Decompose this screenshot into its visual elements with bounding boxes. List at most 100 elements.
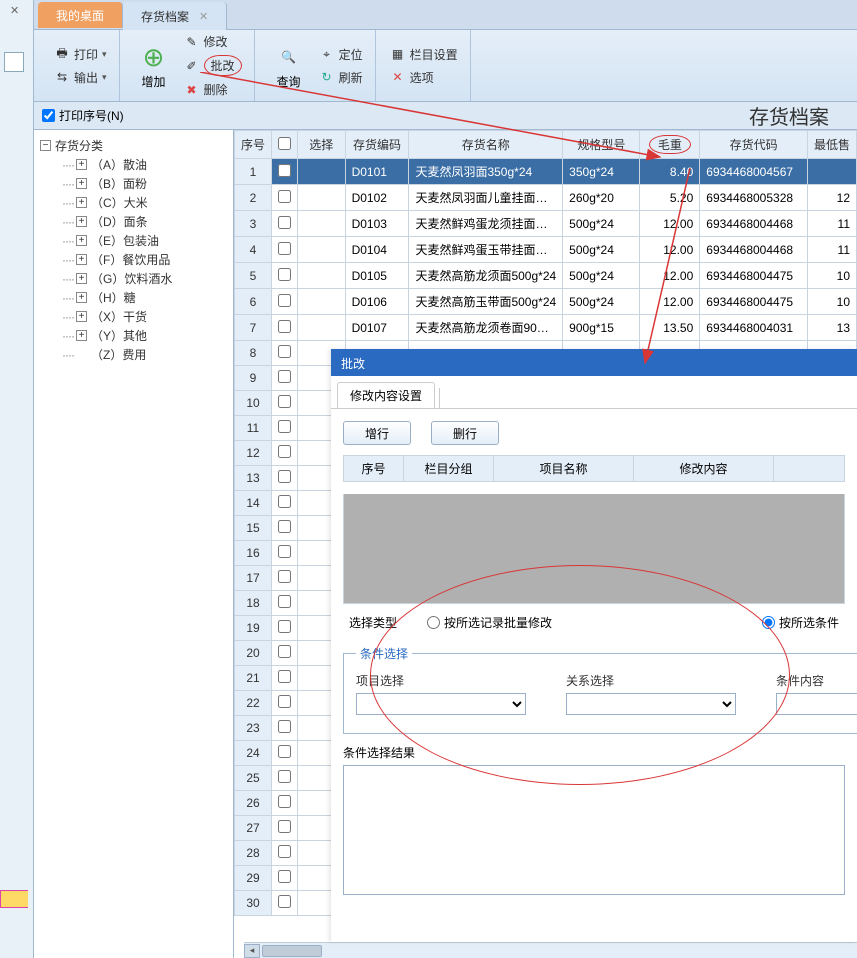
dlg-col-content[interactable]: 修改内容	[634, 456, 774, 482]
row-checkbox[interactable]	[278, 670, 291, 683]
cell-check[interactable]	[272, 341, 298, 366]
tree-item[interactable]: ····+（A）散油	[62, 155, 227, 174]
del-row-button[interactable]: 删行	[431, 421, 499, 445]
cell-check[interactable]	[272, 315, 298, 341]
cell-check[interactable]	[272, 441, 298, 466]
cell-check[interactable]	[272, 516, 298, 541]
expand-icon[interactable]: +	[76, 235, 87, 246]
row-checkbox[interactable]	[278, 695, 291, 708]
tree-item[interactable]: ····+（Y）其他	[62, 326, 227, 345]
col-spec[interactable]: 规格型号	[563, 131, 640, 159]
delete-button[interactable]: ✖ 删除	[180, 79, 246, 100]
cell-select[interactable]	[298, 263, 346, 289]
cell-check[interactable]	[272, 591, 298, 616]
edit-items-body[interactable]	[343, 494, 845, 604]
expand-icon[interactable]: +	[76, 273, 87, 284]
expand-icon[interactable]: +	[76, 197, 87, 208]
col-barcode[interactable]: 存货代码	[700, 131, 808, 159]
row-checkbox[interactable]	[278, 420, 291, 433]
cell-check[interactable]	[272, 237, 298, 263]
close-icon[interactable]: ✕	[10, 4, 19, 17]
print-seq-checkbox[interactable]	[42, 109, 55, 122]
cell-select[interactable]	[298, 185, 346, 211]
cell-check[interactable]	[272, 766, 298, 791]
row-checkbox[interactable]	[278, 445, 291, 458]
row-checkbox[interactable]	[278, 495, 291, 508]
row-checkbox[interactable]	[278, 620, 291, 633]
search-box[interactable]	[4, 52, 24, 72]
row-checkbox[interactable]	[278, 770, 291, 783]
cell-check[interactable]	[272, 159, 298, 185]
radio-input[interactable]	[762, 616, 775, 629]
cell-check[interactable]	[272, 541, 298, 566]
cell-select[interactable]	[298, 289, 346, 315]
cell-check[interactable]	[272, 491, 298, 516]
row-checkbox[interactable]	[278, 216, 291, 229]
col-select[interactable]: 选择	[298, 131, 346, 159]
relation-select[interactable]	[566, 693, 736, 715]
row-checkbox[interactable]	[278, 595, 291, 608]
cell-check[interactable]	[272, 211, 298, 237]
table-row[interactable]: 4 D0104 天麦然鲜鸡蛋玉带挂面… 500g*24 12.00 693446…	[235, 237, 857, 263]
tree-item[interactable]: ····+（G）饮料酒水	[62, 269, 227, 288]
cell-check[interactable]	[272, 185, 298, 211]
col-gross[interactable]: 毛重	[640, 131, 700, 159]
row-checkbox[interactable]	[278, 190, 291, 203]
row-checkbox[interactable]	[278, 520, 291, 533]
cell-check[interactable]	[272, 741, 298, 766]
tree-item[interactable]: ····+（B）面粉	[62, 174, 227, 193]
row-checkbox[interactable]	[278, 320, 291, 333]
cell-check[interactable]	[272, 716, 298, 741]
cell-check[interactable]	[272, 891, 298, 916]
tree-root-node[interactable]: − 存货分类	[40, 136, 227, 155]
cell-check[interactable]	[272, 263, 298, 289]
row-checkbox[interactable]	[278, 795, 291, 808]
row-checkbox[interactable]	[278, 745, 291, 758]
row-checkbox[interactable]	[278, 470, 291, 483]
table-row[interactable]: 7 D0107 天麦然高筋龙须卷面90… 900g*15 13.50 69344…	[235, 315, 857, 341]
cell-check[interactable]	[272, 289, 298, 315]
row-checkbox[interactable]	[278, 570, 291, 583]
modify-button[interactable]: ✎ 修改	[180, 31, 246, 52]
row-checkbox[interactable]	[278, 370, 291, 383]
row-checkbox[interactable]	[278, 870, 291, 883]
scroll-thumb[interactable]	[262, 945, 322, 957]
cell-check[interactable]	[272, 466, 298, 491]
expand-icon[interactable]: +	[76, 254, 87, 265]
tree-item[interactable]: ····+（H）糖	[62, 288, 227, 307]
tab-inventory[interactable]: 存货档案 ✕	[123, 2, 227, 30]
row-checkbox[interactable]	[278, 720, 291, 733]
locate-button[interactable]: ⌖ 定位	[315, 44, 367, 65]
row-checkbox[interactable]	[278, 242, 291, 255]
row-checkbox[interactable]	[278, 345, 291, 358]
cell-check[interactable]	[272, 816, 298, 841]
add-row-button[interactable]: 增行	[343, 421, 411, 445]
tree-item[interactable]: ····+（X）干货	[62, 307, 227, 326]
cell-check[interactable]	[272, 366, 298, 391]
tree-item[interactable]: ····+（E）包装油	[62, 231, 227, 250]
row-checkbox[interactable]	[278, 395, 291, 408]
scroll-left-icon[interactable]: ◂	[244, 944, 260, 958]
select-all-checkbox[interactable]	[278, 137, 291, 150]
horizontal-scrollbar[interactable]: ◂	[244, 942, 857, 958]
expand-icon[interactable]: +	[76, 178, 87, 189]
cell-check[interactable]	[272, 616, 298, 641]
cell-check[interactable]	[272, 841, 298, 866]
expand-icon[interactable]: +	[76, 311, 87, 322]
cell-select[interactable]	[298, 237, 346, 263]
cell-check[interactable]	[272, 791, 298, 816]
row-checkbox[interactable]	[278, 820, 291, 833]
col-name[interactable]: 存货名称	[409, 131, 563, 159]
radio-by-condition[interactable]: 按所选条件	[762, 614, 839, 631]
columns-button[interactable]: ▦ 栏目设置	[386, 44, 462, 65]
row-checkbox[interactable]	[278, 268, 291, 281]
dlg-col-seq[interactable]: 序号	[344, 456, 404, 482]
tree-item[interactable]: ····+（F）餐饮用品	[62, 250, 227, 269]
table-row[interactable]: 6 D0106 天麦然高筋玉带面500g*24 500g*24 12.00 69…	[235, 289, 857, 315]
cell-check[interactable]	[272, 416, 298, 441]
row-checkbox[interactable]	[278, 164, 291, 177]
cell-select[interactable]	[298, 211, 346, 237]
expand-icon[interactable]: +	[76, 159, 87, 170]
collapse-icon[interactable]: −	[40, 140, 51, 151]
condition-content-input[interactable]	[776, 693, 857, 715]
